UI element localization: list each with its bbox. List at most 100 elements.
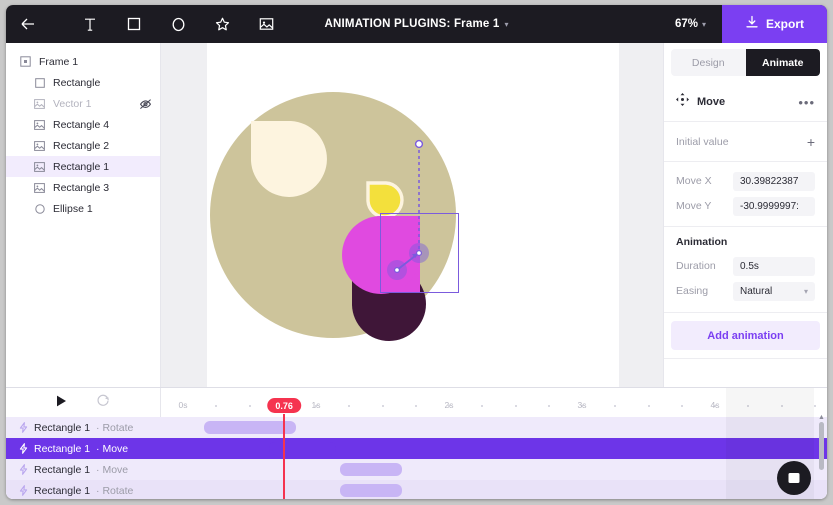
timeline-track-row[interactable]: Rectangle 1 · Move <box>6 459 827 480</box>
ruler-label-text: 0s <box>178 400 188 410</box>
ellipse-tool-button[interactable] <box>156 5 200 43</box>
timeline-track-lane[interactable] <box>161 480 827 499</box>
panel-tabs: Design Animate <box>671 49 820 76</box>
timeline-ruler[interactable]: 0s 1s 2s 3s 4s <box>161 388 827 417</box>
plus-icon[interactable]: + <box>807 135 815 149</box>
ruler-minor-tick <box>248 405 251 407</box>
eye-off-icon[interactable] <box>139 98 152 110</box>
ruler-label-text: 4s <box>710 400 720 410</box>
layer-item-rectangle[interactable]: Rectangle <box>6 72 160 93</box>
timeline-track-lane[interactable] <box>161 438 827 459</box>
bolt-icon <box>19 443 28 454</box>
panel-bottom-divider <box>664 358 827 359</box>
timeline-track-label[interactable]: Rectangle 1 · Move <box>6 459 161 480</box>
track-object-name: Rectangle 1 <box>34 421 91 434</box>
add-animation-button[interactable]: Add animation <box>671 321 820 350</box>
timeline-clip[interactable] <box>269 442 336 455</box>
ruler-minor-tick <box>813 405 816 407</box>
track-object-name: Rectangle 1 <box>34 442 91 455</box>
chevron-down-icon: ▾ <box>803 286 808 296</box>
timeline-clip[interactable] <box>339 463 403 476</box>
layer-item-vector-1[interactable]: Vector 1 <box>6 93 160 114</box>
timeline-track-row[interactable]: Rectangle 1 · Move <box>6 438 827 459</box>
ruler-label-text: 3s <box>577 400 587 410</box>
play-button[interactable] <box>56 394 67 412</box>
image-icon <box>259 17 274 31</box>
ruler-label-1s: 1s <box>312 400 321 410</box>
track-object-name: Rectangle 1 <box>34 484 91 497</box>
ruler-minor-tick <box>680 405 683 407</box>
duration-input[interactable]: 0.5s <box>733 256 815 276</box>
star-tool-button[interactable] <box>200 5 244 43</box>
tab-animate[interactable]: Animate <box>745 49 820 76</box>
back-button[interactable] <box>6 5 50 43</box>
loop-button[interactable] <box>97 394 110 412</box>
timeline-track-lane[interactable] <box>161 459 827 480</box>
image-tool-button[interactable] <box>244 5 288 43</box>
chevron-down-icon[interactable]: ▾ <box>504 20 508 29</box>
timeline-track-label[interactable]: Rectangle 1 · Move <box>6 438 161 459</box>
layer-item-rectangle-1[interactable]: Rectangle 1 <box>6 156 160 177</box>
timeline-track-lane[interactable] <box>161 417 827 438</box>
ellipsis-icon[interactable]: ••• <box>798 96 815 109</box>
timeline-panel: 0s 1s 2s 3s 4s Rectangle 1 · Rotate Rectangle … <box>6 387 827 499</box>
scroll-up-arrow-icon[interactable]: ▲ <box>818 414 825 421</box>
timeline-track-row[interactable]: Rectangle 1 · Rotate <box>6 480 827 499</box>
track-property-name: · Rotate <box>96 421 134 434</box>
layer-item-rectangle-4[interactable]: Rectangle 4 <box>6 114 160 135</box>
easing-label: Easing <box>676 285 709 297</box>
playhead-time-badge[interactable]: 0.76 <box>267 398 301 413</box>
text-tool-button[interactable] <box>68 5 112 43</box>
move-y-input[interactable]: -30.9999997: <box>733 196 815 216</box>
chat-bubble-icon[interactable] <box>777 461 811 495</box>
layer-item-label: Rectangle <box>53 76 101 89</box>
layer-item-ellipse-1[interactable]: Ellipse 1 <box>6 198 160 219</box>
scrollbar-thumb[interactable] <box>819 422 824 470</box>
ruler-minor-tick <box>747 405 750 407</box>
timeline-track-row[interactable]: Rectangle 1 · Rotate <box>6 417 827 438</box>
ruler-minor-tick <box>647 405 650 407</box>
track-property-name: · Rotate <box>96 484 134 497</box>
layer-item-rectangle-2[interactable]: Rectangle 2 <box>6 135 160 156</box>
timeline-clip[interactable] <box>339 484 403 497</box>
vertical-scrollbar[interactable]: ▲ <box>818 414 825 498</box>
chevron-down-icon: ▾ <box>701 19 706 29</box>
canvas-artboard[interactable] <box>207 43 619 387</box>
ruler-label-0s: 0s <box>179 400 188 410</box>
animation-section-title: Animation <box>676 236 728 248</box>
animation-header: Move ••• <box>664 83 827 121</box>
page-title: ANIMATION PLUGINS: Frame 1 <box>324 18 500 30</box>
zoom-level: 67% <box>674 18 698 30</box>
layer-item-label: Frame 1 <box>39 55 79 68</box>
layer-item-rectangle-3[interactable]: Rectangle 3 <box>6 177 160 198</box>
timeline-clip[interactable] <box>204 421 297 434</box>
ruler-minor-tick <box>547 405 550 407</box>
timeline-track-label[interactable]: Rectangle 1 · Rotate <box>6 480 161 499</box>
square-icon <box>33 76 46 89</box>
initial-value-section: Initial value + <box>664 121 827 161</box>
animation-type-label: Move <box>697 96 726 108</box>
selection-bounding-box[interactable] <box>380 213 459 293</box>
timeline-track-label[interactable]: Rectangle 1 · Rotate <box>6 417 161 438</box>
layer-item-frame-1[interactable]: Frame 1 <box>6 51 160 72</box>
ruler-minor-tick <box>414 405 417 407</box>
zoom-control[interactable]: 67% ▾ <box>659 5 722 43</box>
easing-select[interactable]: Natural ▾ <box>733 281 815 301</box>
ruler-minor-tick <box>614 405 617 407</box>
circle-icon <box>171 17 186 32</box>
export-button[interactable]: Export <box>722 5 827 43</box>
timeline-tracks: Rectangle 1 · Rotate Rectangle 1 · Move Rect… <box>6 417 827 499</box>
duration-label: Duration <box>676 260 716 272</box>
tab-design[interactable]: Design <box>671 49 746 76</box>
motion-path-start-handle <box>414 139 424 149</box>
top-toolbar: ANIMATION PLUGINS: Frame 1 ▾ 67% ▾ Expor… <box>6 5 827 43</box>
topbar-right-group: 67% ▾ Export <box>659 5 827 43</box>
ruler-minor-tick <box>514 405 517 407</box>
initial-value-label: Initial value <box>676 135 729 148</box>
bolt-icon <box>19 422 28 433</box>
rectangle-tool-button[interactable] <box>112 5 156 43</box>
app-window: ANIMATION PLUGINS: Frame 1 ▾ 67% ▾ Expor… <box>6 5 827 499</box>
move-x-input[interactable]: 30.39822387 <box>733 171 815 191</box>
move-x-label: Move X <box>676 175 712 187</box>
ruler-label-text: 2s <box>444 400 454 410</box>
